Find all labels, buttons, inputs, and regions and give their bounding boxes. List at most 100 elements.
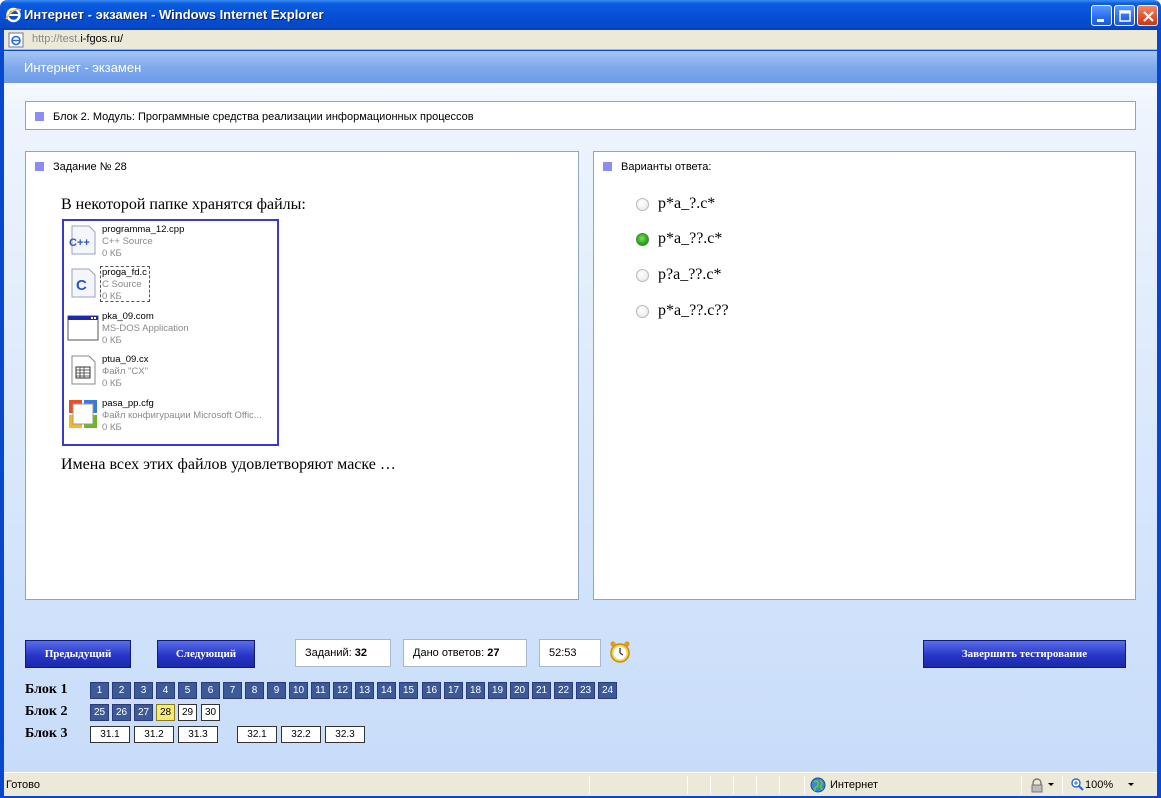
question-cell[interactable]: 17 — [444, 682, 463, 699]
answers-count-label: Дано ответов: — [413, 647, 485, 659]
file-size: 0 КБ — [102, 248, 122, 259]
alarm-clock-icon — [610, 641, 630, 663]
question-cell[interactable]: 13 — [355, 682, 374, 699]
file-item: ptua_09.cx Файл "CX" 0 КБ — [64, 351, 277, 395]
question-cell[interactable]: 21 — [532, 682, 551, 699]
close-button[interactable] — [1137, 5, 1158, 26]
dropdown-arrow-icon[interactable] — [1048, 783, 1054, 786]
question-cell[interactable]: 7 — [223, 682, 242, 699]
maximize-button[interactable] — [1114, 5, 1135, 26]
office-config-icon — [69, 400, 97, 428]
answers-heading: Варианты ответа: — [621, 161, 712, 173]
file-size: 0 КБ — [102, 291, 122, 302]
question-cell[interactable]: 6 — [201, 682, 220, 699]
answer-label[interactable]: p*a_?.c* — [658, 195, 715, 213]
question-cell[interactable]: 24 — [598, 682, 617, 699]
question-cell[interactable]: 2 — [112, 682, 131, 699]
internet-zone-icon — [810, 777, 826, 793]
question-cell[interactable]: 31.3 — [178, 726, 218, 743]
protected-mode-icon[interactable] — [1029, 777, 1045, 793]
minimize-button[interactable] — [1091, 5, 1112, 26]
status-divider — [804, 776, 805, 794]
question-cell[interactable]: 5 — [178, 682, 197, 699]
address-url[interactable]: http://test.i-fgos.ru/ — [32, 33, 123, 45]
tasks-count: Заданий: 32 — [295, 639, 391, 667]
block-heading-panel: Блок 2. Модуль: Программные средства реа… — [25, 101, 1136, 130]
question-cell[interactable]: 1 — [90, 682, 109, 699]
security-zone: Интернет — [830, 779, 878, 791]
question-cell[interactable]: 18 — [466, 682, 485, 699]
zoom-icon[interactable] — [1071, 778, 1084, 791]
file-size: 0 КБ — [102, 422, 122, 433]
question-cell[interactable]: 9 — [267, 682, 286, 699]
next-button[interactable]: Следующий — [157, 640, 255, 668]
file-type: MS-DOS Application — [102, 323, 189, 334]
question-cell[interactable]: 31.2 — [134, 726, 174, 743]
question-cell[interactable]: 31.1 — [90, 726, 130, 743]
status-text: Готово — [6, 779, 40, 791]
question-cell[interactable]: 22 — [554, 682, 573, 699]
page-viewport: Интернет - экзамен Блок 2. Модуль: Прогр… — [4, 51, 1157, 772]
status-divider — [756, 776, 757, 794]
question-cell[interactable]: 26 — [112, 704, 131, 721]
status-divider — [710, 776, 711, 794]
status-divider — [1021, 776, 1022, 794]
question-cell[interactable]: 30 — [201, 704, 220, 721]
answer-label[interactable]: p?a_??.c* — [658, 266, 722, 284]
svg-text:C++: C++ — [69, 237, 90, 249]
question-cell[interactable]: 32.1 — [237, 726, 277, 743]
question-cell[interactable]: 32.2 — [281, 726, 321, 743]
question-cell[interactable]: 25 — [90, 704, 109, 721]
file-name: ptua_09.cx — [102, 354, 149, 365]
finish-test-button[interactable]: Завершить тестирование — [923, 640, 1126, 668]
question-cell[interactable]: 20 — [510, 682, 529, 699]
question-cell[interactable]: 4 — [156, 682, 175, 699]
question-cell[interactable]: 29 — [178, 704, 197, 721]
question-cell[interactable]: 15 — [399, 682, 418, 699]
address-bar[interactable]: http://test.i-fgos.ru/ — [4, 30, 1157, 50]
radio-button[interactable] — [636, 269, 649, 282]
file-size: 0 КБ — [102, 335, 122, 346]
file-name: pasa_pp.cfg — [102, 398, 154, 409]
radio-button[interactable] — [636, 305, 649, 318]
dos-app-icon — [67, 315, 99, 341]
block-heading: Блок 2. Модуль: Программные средства реа… — [53, 111, 474, 123]
minimize-icon — [1097, 19, 1104, 22]
file-item: pasa_pp.cfg Файл конфигурации Microsoft … — [64, 395, 277, 439]
internet-explorer-icon — [5, 7, 22, 23]
zoom-level[interactable]: 100% — [1085, 779, 1113, 791]
question-cell[interactable]: 3 — [134, 682, 153, 699]
answers-count-value: 27 — [487, 647, 500, 659]
answer-label[interactable]: p*a_??.c* — [658, 230, 722, 248]
status-bar: Готово Интернет 100% — [4, 772, 1157, 796]
app-header: Интернет - экзамен — [4, 51, 1157, 83]
radio-button[interactable] — [636, 198, 649, 211]
question-cell[interactable]: 23 — [576, 682, 595, 699]
question-cell[interactable]: 27 — [134, 704, 153, 721]
answer-label[interactable]: p*a_??.c?? — [658, 302, 729, 320]
question-cell[interactable]: 32.3 — [325, 726, 365, 743]
question-cell[interactable]: 12 — [333, 682, 352, 699]
question-cell[interactable]: 11 — [311, 682, 330, 699]
question-cell[interactable]: 8 — [245, 682, 264, 699]
question-cell[interactable]: 19 — [488, 682, 507, 699]
file-item: C proga_fd.c C Source 0 КБ — [64, 264, 277, 308]
svg-text:C: C — [76, 277, 87, 294]
file-type: C++ Source — [102, 236, 153, 247]
file-type: C Source — [102, 279, 142, 290]
dropdown-arrow-icon[interactable] — [1128, 783, 1134, 786]
question-cell[interactable]: 16 — [422, 682, 441, 699]
block-label: Блок 1 — [25, 682, 68, 697]
bullet-square-icon — [603, 162, 612, 171]
question-cell[interactable]: 10 — [289, 682, 308, 699]
window-titlebar[interactable]: Интернет - экзамен - Windows Internet Ex… — [0, 0, 1161, 30]
file-name: pka_09.com — [102, 311, 154, 322]
status-divider — [589, 776, 590, 794]
previous-button[interactable]: Предыдущий — [25, 640, 131, 668]
question-cell[interactable]: 14 — [377, 682, 396, 699]
generic-file-icon — [71, 355, 96, 385]
file-name: programma_12.cpp — [102, 224, 185, 235]
radio-button-selected[interactable] — [636, 233, 649, 246]
cpp-file-icon: C++ — [69, 225, 96, 255]
question-cell[interactable]: 28 — [156, 704, 175, 721]
